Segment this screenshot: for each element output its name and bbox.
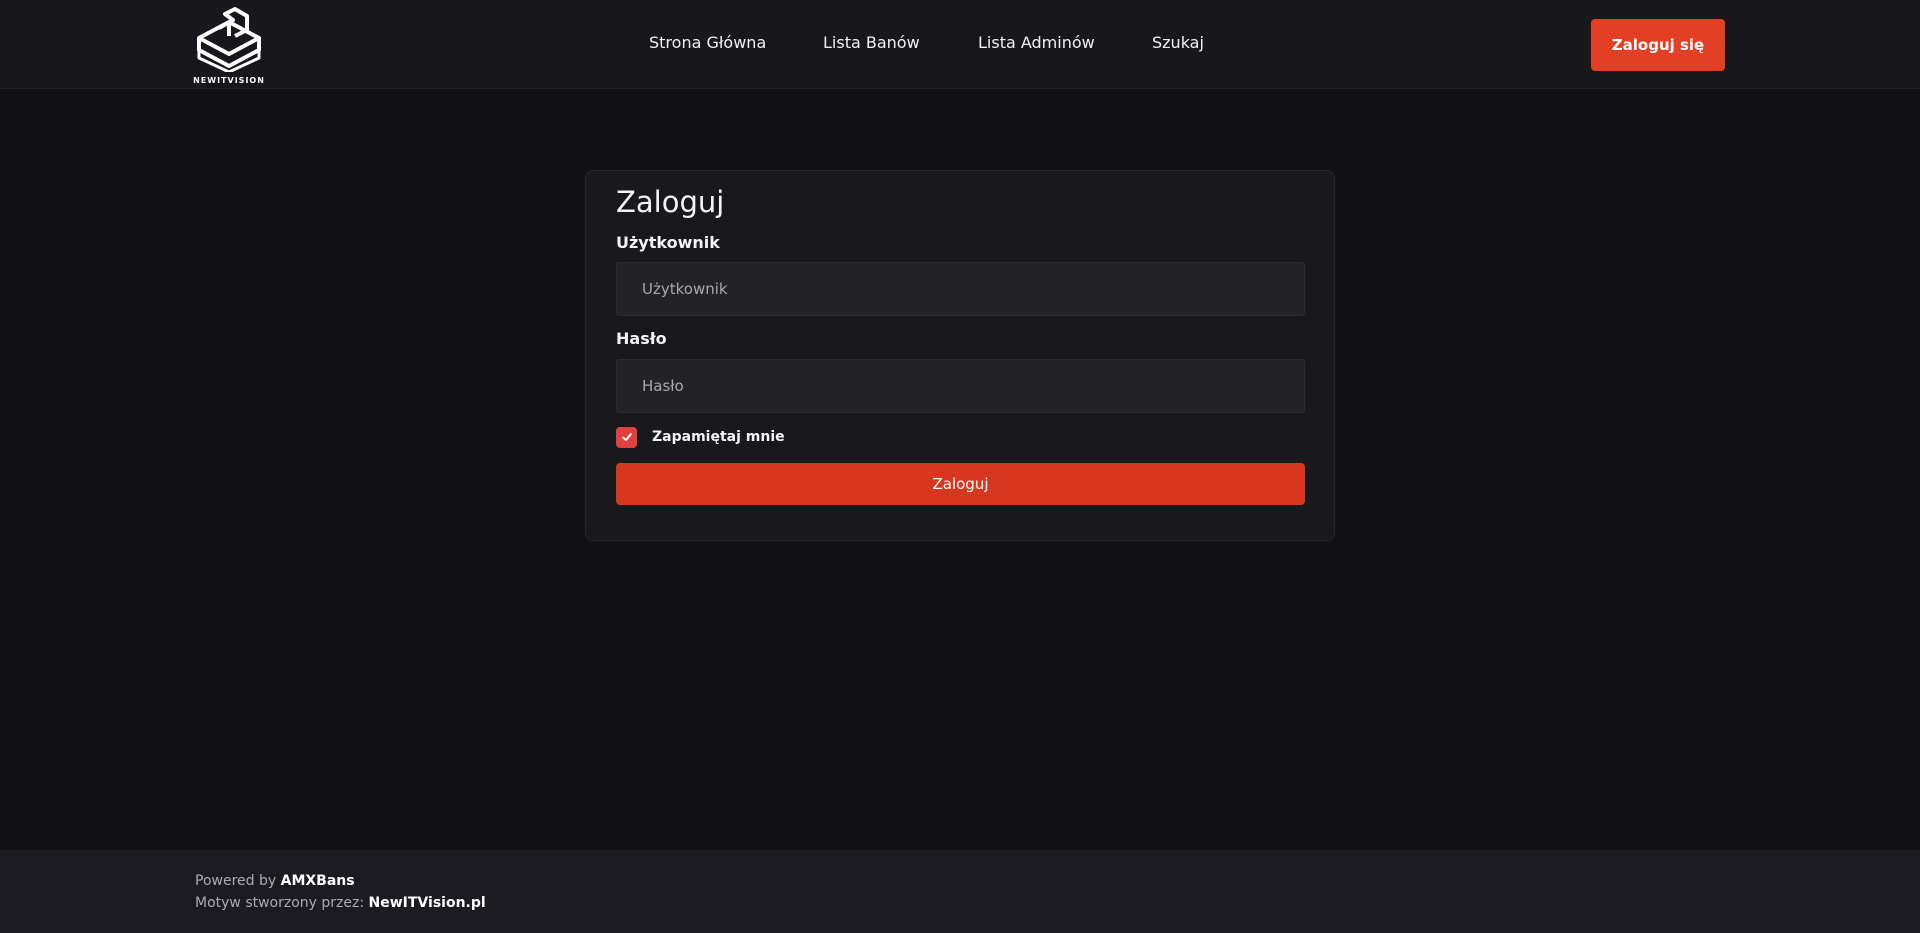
powered-by-link[interactable]: AMXBans — [281, 873, 355, 889]
page: NEWITVISION Strona Główna Lista Banów Li… — [0, 0, 1920, 933]
login-submit-button[interactable]: Zaloguj — [616, 463, 1305, 505]
site-header: NEWITVISION Strona Główna Lista Banów Li… — [0, 0, 1920, 89]
site-footer: Powered by AMXBans Motyw stworzony przez… — [0, 850, 1920, 933]
nav-item-home[interactable]: Strona Główna — [649, 33, 766, 52]
powered-by-line: Powered by AMXBans — [195, 873, 355, 889]
powered-by-prefix: Powered by — [195, 873, 277, 889]
page-title: Zaloguj — [616, 185, 725, 219]
remember-me-row: Zapamiętaj mnie — [616, 426, 785, 448]
username-input[interactable] — [616, 262, 1305, 316]
remember-me-label[interactable]: Zapamiętaj mnie — [652, 429, 785, 445]
login-card: Zaloguj Użytkownik Hasło Zapamiętaj mnie… — [585, 170, 1335, 541]
nav-item-ban-list[interactable]: Lista Banów — [823, 33, 920, 52]
check-icon — [621, 433, 632, 441]
newitvision-cube-logo-icon — [197, 7, 261, 72]
password-label: Hasło — [616, 329, 667, 348]
username-label: Użytkownik — [616, 233, 720, 252]
remember-me-checkbox[interactable] — [616, 426, 637, 448]
nav-item-search[interactable]: Szukaj — [1152, 33, 1204, 52]
header-login-button[interactable]: Zaloguj się — [1591, 19, 1725, 71]
nav-item-admin-list[interactable]: Lista Adminów — [978, 33, 1095, 52]
theme-credit-prefix: Motyw stworzony przez: — [195, 895, 365, 911]
logo-text: NEWITVISION — [193, 76, 265, 85]
theme-credit-link[interactable]: NewITVision.pl — [369, 895, 486, 911]
theme-credit-line: Motyw stworzony przez: NewITVision.pl — [195, 895, 486, 911]
logo[interactable]: NEWITVISION — [193, 6, 265, 86]
password-input[interactable] — [616, 359, 1305, 413]
